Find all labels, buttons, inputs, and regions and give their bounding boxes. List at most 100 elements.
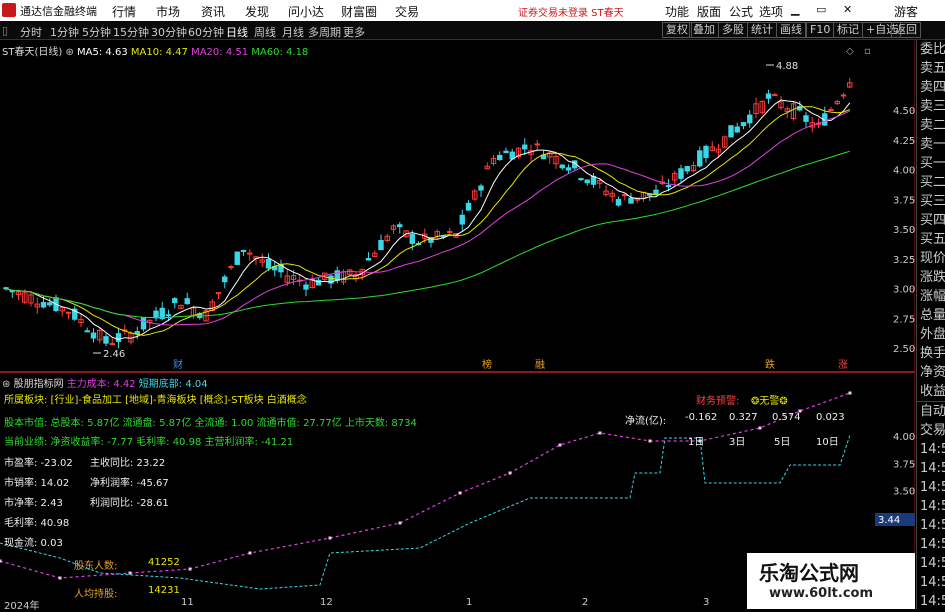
candle-body — [828, 108, 834, 111]
candle-body — [234, 251, 240, 265]
sidebar-item[interactable]: 现价 — [917, 249, 945, 268]
event-marker: 融 — [535, 359, 545, 371]
period-weekly[interactable]: 周线 — [254, 24, 276, 40]
sidebar-item[interactable]: 14:55 — [917, 459, 945, 478]
candle-body — [378, 239, 384, 251]
guest-label[interactable]: 游客 — [894, 3, 918, 20]
sidebar-item[interactable]: 买二 — [917, 173, 945, 192]
sidebar-item[interactable]: 自动 — [917, 402, 945, 421]
period-multi[interactable]: 多周期 — [308, 24, 341, 40]
sidebar-item[interactable]: 总量 — [917, 306, 945, 325]
menu-formula[interactable]: 公式 — [729, 3, 753, 20]
sidebar-item[interactable]: 涨跌 — [917, 268, 945, 287]
period-daily[interactable]: 日线 — [226, 24, 248, 40]
sidebar-item[interactable]: 卖四 — [917, 78, 945, 97]
holders-value: 41252 — [148, 557, 180, 568]
app-logo-icon — [2, 3, 16, 17]
menu-function[interactable]: 功能 — [665, 3, 689, 20]
sidebar-item[interactable]: 外盘 — [917, 325, 945, 344]
sidebar-item[interactable]: 14:56 — [917, 554, 945, 573]
multi-stock-button[interactable]: 多股 — [718, 22, 748, 38]
login-warning: 证券交易未登录 ST春天 — [518, 8, 624, 19]
menu-forum[interactable]: 财富圈 — [341, 3, 377, 20]
settings-icon[interactable]: ⊛ — [65, 47, 73, 58]
stats-button[interactable]: 统计 — [747, 22, 777, 38]
sidebar-item[interactable]: 买五 — [917, 230, 945, 249]
sidebar-item[interactable]: 14:56 — [917, 535, 945, 554]
ma10-label: MA10: 4.47 — [130, 47, 188, 58]
netflow-3d: 0.327 — [729, 412, 758, 423]
adjust-button[interactable]: 复权 — [662, 22, 692, 38]
sidebar-item[interactable]: 卖二 — [917, 116, 945, 135]
candlestick-chart[interactable]: 4.50 4.25 4.00 3.75 3.50 3.25 3.00 2.75 2.50 4.88… — [0, 40, 915, 371]
period-monthly[interactable]: 月线 — [282, 24, 304, 40]
draw-line-button[interactable]: 画线 — [776, 22, 806, 38]
sidebar-item[interactable]: 换手 — [917, 344, 945, 363]
watermark-url: www.60lt.com — [769, 586, 874, 601]
candle-body — [734, 126, 740, 133]
back-button[interactable]: 返回 — [891, 22, 921, 38]
ma60-line — [5, 150, 850, 318]
period-5d: 5日 — [774, 437, 791, 448]
period-tick[interactable]: 分时 — [20, 24, 42, 40]
period-30min[interactable]: 30分钟 — [151, 24, 187, 40]
candle-body — [503, 150, 509, 154]
sidebar-item[interactable]: 14:56 — [917, 516, 945, 535]
sidebar-item[interactable]: 卖一 — [917, 135, 945, 154]
menu-discover[interactable]: 发现 — [245, 3, 269, 20]
date-tick: 2024年 — [4, 601, 40, 612]
period-more[interactable]: 更多 — [343, 24, 365, 40]
candle-body — [465, 202, 472, 211]
candle-body — [159, 307, 165, 319]
f10-button[interactable]: F10 — [806, 22, 835, 38]
pe-ratio: 市盈率: -23.02 — [4, 458, 73, 469]
sidebar-item[interactable]: 14:56 — [917, 592, 945, 611]
candle-body — [697, 150, 703, 167]
revenue-yoy: 主收同比: 23.22 — [90, 458, 166, 469]
period-15min[interactable]: 15分钟 — [113, 24, 149, 40]
sidebar-item[interactable]: 卖三 — [917, 97, 945, 116]
sidebar-item[interactable]: 委比 — [917, 40, 945, 59]
date-tick: 12 — [320, 597, 333, 608]
restore-icon[interactable]: ▭ — [816, 3, 826, 16]
period-60min[interactable]: 60分钟 — [188, 24, 224, 40]
sidebar-item[interactable]: 14:55 — [917, 478, 945, 497]
menu-quotes[interactable]: 行情 — [112, 3, 136, 20]
menu-assistant[interactable]: 问小达 — [288, 3, 324, 20]
sidebar-item[interactable]: 涨幅 — [917, 287, 945, 306]
menu-trade[interactable]: 交易 — [395, 3, 419, 20]
mark-button[interactable]: 标记 — [833, 22, 863, 38]
overlay-button[interactable]: 叠加 — [689, 22, 719, 38]
menu-options[interactable]: 选项 — [759, 3, 783, 20]
sidebar-item[interactable]: 14:56 — [917, 497, 945, 516]
ma60-label: MA60: 4.18 — [251, 47, 309, 58]
date-tick: 2 — [582, 597, 589, 608]
sidebar-item[interactable]: 卖五 — [917, 59, 945, 78]
sidebar-item[interactable]: 买四 — [917, 211, 945, 230]
close-icon[interactable]: ✕ — [843, 3, 852, 16]
candle-body — [303, 284, 309, 290]
sidebar-item[interactable]: 净资 — [917, 363, 945, 382]
price-tick-label: 4.50 — [893, 106, 915, 117]
quote-sidebar: 委比 卖五 卖四 卖三 卖二 卖一 买一 买二 买三 买四 买五 现价 涨跌 涨幅 总量 外盘 换手 净资 收益 自动… — [916, 40, 945, 609]
indicator-tick-label: 4.00 — [893, 432, 915, 443]
period-5min[interactable]: 5分钟 — [82, 24, 111, 40]
candle-body — [265, 259, 272, 269]
indicator-settings-icon[interactable]: ⊛ — [2, 379, 10, 390]
sidebar-item[interactable]: 收益 — [917, 382, 945, 401]
price-tick-label: 3.75 — [893, 195, 915, 206]
holders-label: 股东人数: — [74, 561, 118, 572]
cost-dot — [648, 439, 652, 443]
menu-news[interactable]: 资讯 — [201, 3, 225, 20]
cost-dot — [0, 559, 2, 563]
menu-market[interactable]: 市场 — [156, 3, 180, 20]
sector-line: 所属板块: [行业]-食品加工 [地域]-青海板块 [概念]-ST板块 白酒概念 — [4, 395, 307, 406]
sidebar-item[interactable]: 买三 — [917, 192, 945, 211]
sidebar-item[interactable]: 14:55 — [917, 440, 945, 459]
period-1min[interactable]: 1分钟 — [50, 24, 79, 40]
sidebar-item[interactable]: 买一 — [917, 154, 945, 173]
sidebar-item[interactable]: 交易 — [917, 421, 945, 440]
menu-layout[interactable]: 版面 — [697, 3, 721, 20]
sidebar-item[interactable]: 14:56 — [917, 573, 945, 592]
minimize-icon[interactable]: ▁ — [791, 3, 799, 16]
